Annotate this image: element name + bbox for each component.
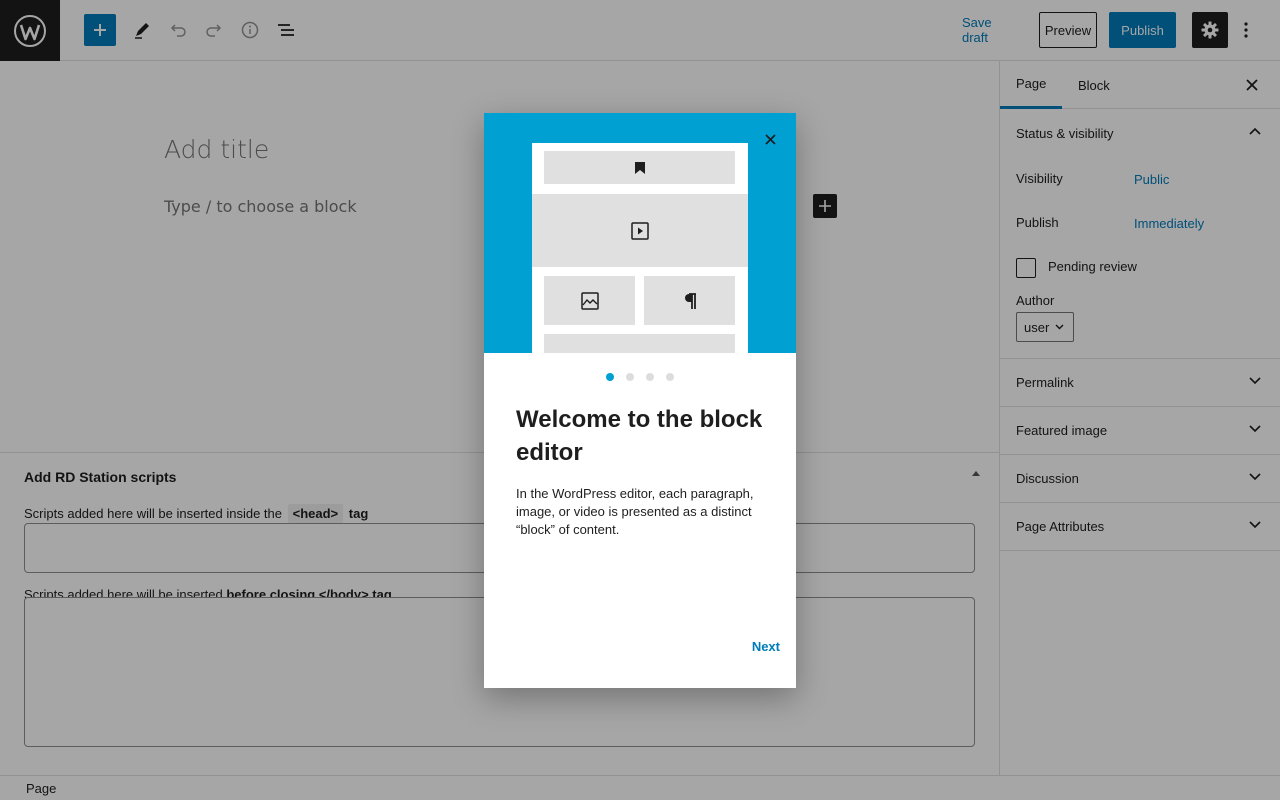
guide-body-text: In the WordPress editor, each paragraph,… bbox=[516, 486, 754, 537]
illustration-block-video bbox=[532, 194, 748, 267]
page-dot-3[interactable] bbox=[646, 373, 654, 381]
editor-illustration bbox=[532, 143, 748, 353]
close-guide-button[interactable] bbox=[758, 127, 782, 151]
image-icon bbox=[580, 291, 599, 310]
welcome-guide-modal: Welcome to the block editor In the WordP… bbox=[484, 113, 796, 688]
illustration-block-paragraph bbox=[644, 276, 735, 325]
guide-hero-illustration bbox=[484, 113, 796, 353]
guide-heading: Welcome to the block editor bbox=[516, 406, 763, 466]
illustration-block-image bbox=[544, 276, 635, 325]
guide-page-indicator bbox=[484, 373, 796, 383]
page-dot-2[interactable] bbox=[626, 373, 634, 381]
page-dot-4[interactable] bbox=[666, 373, 674, 381]
illustration-block-placeholder bbox=[544, 334, 735, 353]
illustration-block-bookmark bbox=[544, 151, 735, 184]
page-dot-1[interactable] bbox=[606, 373, 614, 381]
paragraph-icon bbox=[684, 292, 696, 309]
close-icon bbox=[764, 133, 776, 145]
next-button[interactable]: Next bbox=[720, 639, 780, 657]
bookmark-icon bbox=[634, 161, 645, 174]
video-icon bbox=[631, 221, 649, 240]
